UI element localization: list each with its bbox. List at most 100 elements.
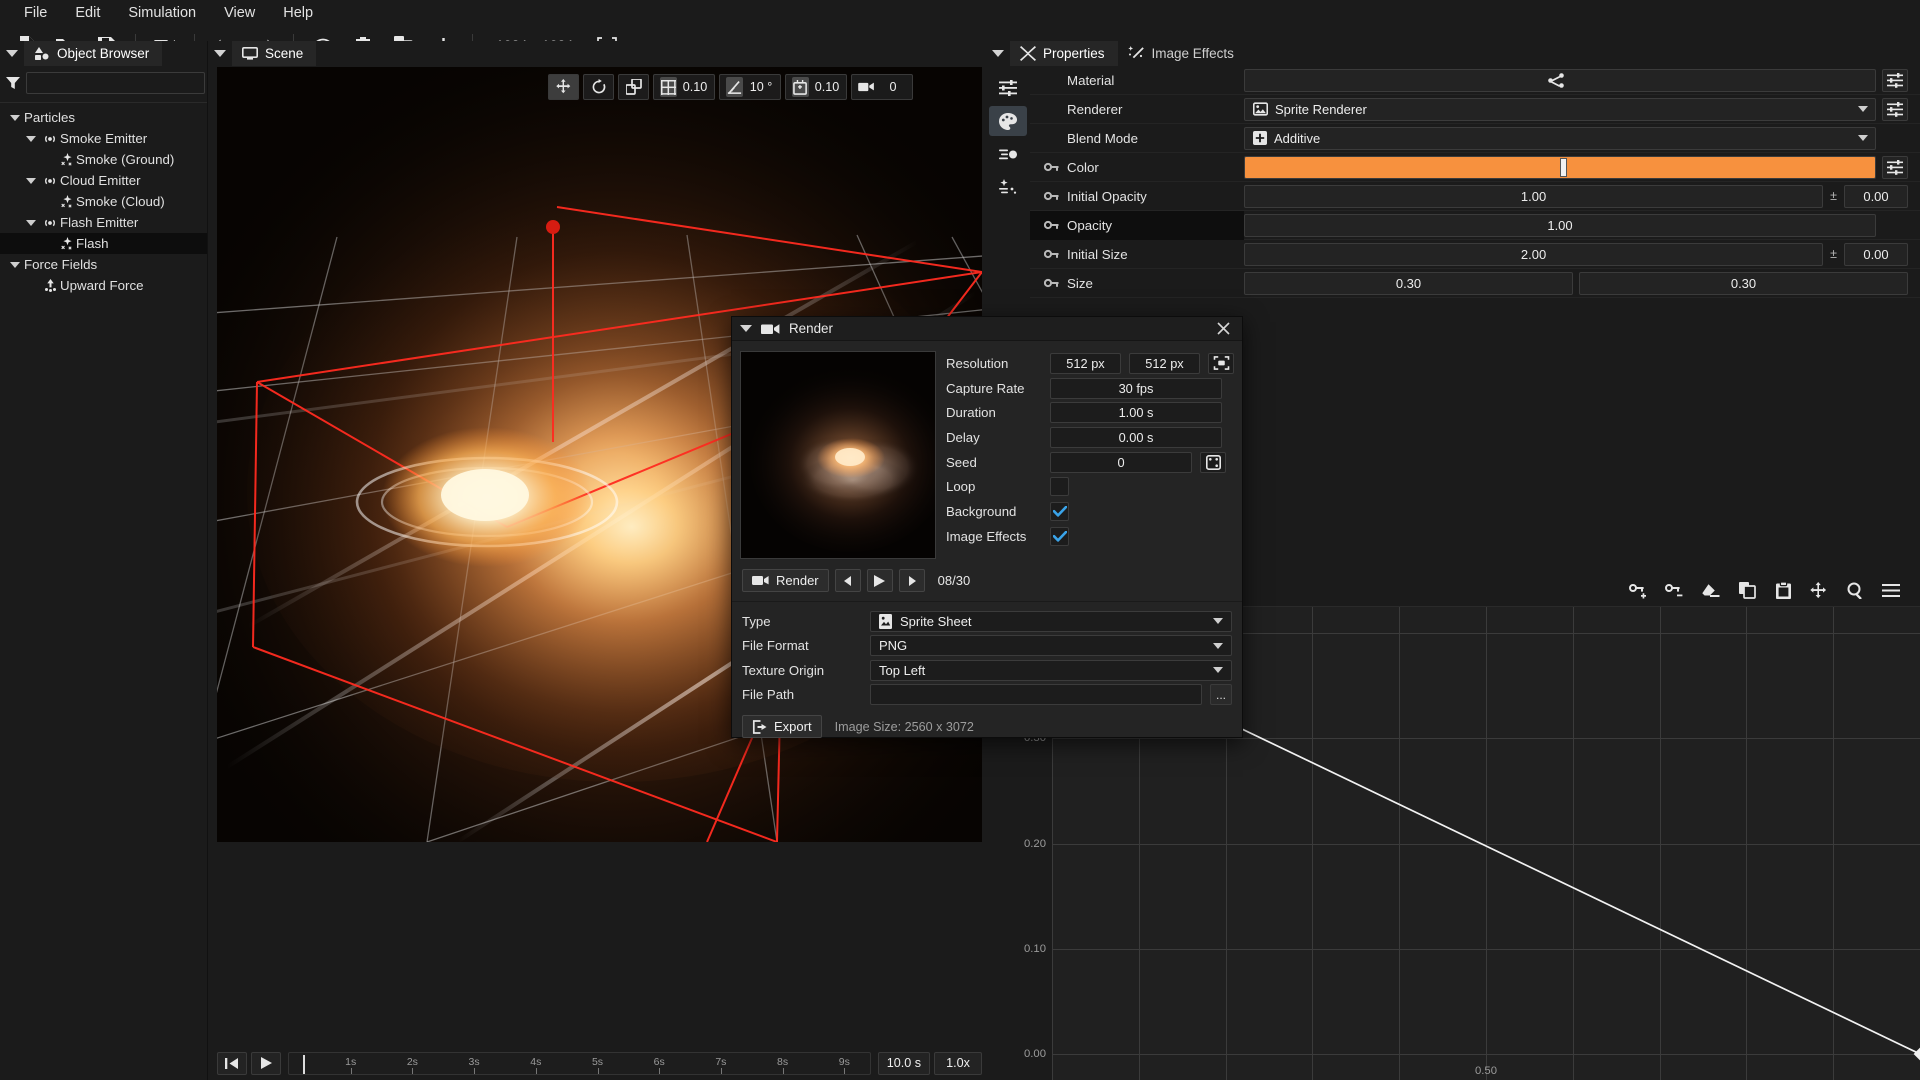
rotate-tool[interactable] [583, 74, 614, 100]
key-icon[interactable] [1044, 249, 1060, 260]
move-tool[interactable] [548, 74, 579, 100]
collapse-caret[interactable] [740, 325, 752, 332]
tree-item-smoke-emitter[interactable]: Smoke Emitter [0, 128, 207, 149]
export-row-field[interactable]: Top Left [870, 660, 1232, 681]
export-row: Type Sprite Sheet [742, 609, 1232, 634]
menu-file[interactable]: File [10, 2, 61, 24]
tree-item-flash-emitter[interactable]: Flash Emitter [0, 212, 207, 233]
expand-caret-icon[interactable] [22, 220, 40, 226]
tree-item-smoke-ground[interactable]: Smoke (Ground) [0, 149, 207, 170]
tab-image-effects[interactable]: Image Effects [1118, 41, 1247, 66]
sliders-small-icon[interactable] [1882, 98, 1908, 121]
play-icon[interactable] [251, 1052, 281, 1075]
close-icon[interactable] [1213, 322, 1234, 335]
seed-field[interactable]: 0 [1050, 452, 1192, 473]
tab-object-browser[interactable]: Object Browser [24, 41, 162, 66]
menu-view[interactable]: View [210, 2, 269, 24]
variance-field[interactable]: 0.00 [1844, 243, 1908, 266]
timeline-speed[interactable]: 1.0x [934, 1052, 982, 1075]
render-checkbox[interactable] [1050, 502, 1069, 521]
resolution-height-field[interactable]: 512 px [1129, 353, 1200, 374]
zoom-icon[interactable] [1840, 578, 1870, 603]
render-checkbox[interactable] [1050, 477, 1069, 496]
export-button[interactable]: Export [742, 715, 822, 738]
dice-icon[interactable] [1200, 452, 1226, 473]
timeline-track[interactable]: 1s2s3s4s5s6s7s8s9s [288, 1052, 871, 1075]
angle-snap[interactable]: 10 ° [719, 74, 781, 100]
export-row: Texture OriginTop Left [742, 658, 1232, 683]
material-button[interactable] [1244, 69, 1876, 92]
tab-properties[interactable]: Properties [1010, 41, 1118, 66]
tree-item-upward-force[interactable]: Upward Force [0, 275, 207, 296]
menu-edit[interactable]: Edit [61, 2, 114, 24]
number-field[interactable]: 1.00 [1244, 185, 1823, 208]
eraser-icon[interactable] [1696, 578, 1726, 603]
color-swatch[interactable] [1244, 156, 1876, 179]
grid-snap[interactable]: 0.10 [653, 74, 715, 100]
menu-help[interactable]: Help [269, 2, 327, 24]
search-input[interactable] [26, 72, 205, 94]
lock-aspect-icon[interactable] [1208, 353, 1234, 374]
timeline-duration[interactable]: 10.0 s [878, 1052, 930, 1075]
tree-item-force-fields[interactable]: Force Fields [0, 254, 207, 275]
palette-icon[interactable] [989, 106, 1027, 136]
export-row-field[interactable] [870, 684, 1202, 705]
expand-caret-icon[interactable] [22, 136, 40, 142]
expand-caret-icon[interactable] [6, 115, 24, 121]
variance-field[interactable]: 0.00 [1844, 185, 1908, 208]
export-row-field[interactable]: Sprite Sheet [870, 611, 1232, 632]
color-handle[interactable] [1560, 158, 1567, 177]
number-field-x[interactable]: 0.30 [1244, 272, 1573, 295]
graph-y-tick-label: 0.10 [1024, 943, 1046, 955]
scale-snap[interactable]: 0.10 [785, 74, 847, 100]
number-field[interactable]: 2.00 [1244, 243, 1823, 266]
add-key-icon[interactable] [1624, 578, 1654, 603]
rewind-icon[interactable] [217, 1052, 247, 1075]
key-icon[interactable] [1044, 220, 1060, 231]
expand-caret-icon[interactable] [22, 178, 40, 184]
pan-icon[interactable] [1804, 578, 1834, 603]
key-icon[interactable] [1044, 191, 1060, 202]
motion-icon[interactable] [989, 139, 1027, 169]
tab-scene[interactable]: Scene [232, 41, 316, 66]
prev-frame-icon[interactable] [835, 569, 861, 592]
key-icon[interactable] [1044, 162, 1060, 173]
next-frame-icon[interactable] [899, 569, 925, 592]
menu-simulation[interactable]: Simulation [114, 2, 210, 24]
tree-item-flash[interactable]: Flash [0, 233, 207, 254]
property-dropdown[interactable]: Sprite Renderer [1244, 98, 1876, 121]
render-checkbox[interactable] [1050, 527, 1069, 546]
key-icon[interactable] [1044, 278, 1060, 289]
timeline-playhead[interactable] [303, 1055, 305, 1074]
resolution-width-field[interactable]: 512 px [1050, 353, 1121, 374]
camera-setting[interactable]: 0 [851, 74, 913, 100]
property-dropdown[interactable]: Additive [1244, 127, 1876, 150]
play-icon[interactable] [867, 569, 893, 592]
expand-caret-icon[interactable] [6, 262, 24, 268]
render-dialog-main: Resolution512 px512 pxCapture Rate30 fps… [732, 341, 1242, 563]
sliders-small-icon[interactable] [1882, 156, 1908, 179]
export-row-label: Type [742, 614, 862, 629]
render-button[interactable]: Render [742, 569, 829, 592]
tree-item-smoke-cloud[interactable]: Smoke (Cloud) [0, 191, 207, 212]
tree-item-cloud-emitter[interactable]: Cloud Emitter [0, 170, 207, 191]
remove-key-icon[interactable] [1660, 578, 1690, 603]
export-row-field[interactable]: PNG [870, 635, 1232, 656]
render-value-field[interactable]: 0.00 s [1050, 427, 1222, 448]
properties-menu-caret[interactable] [986, 41, 1010, 66]
emission-icon[interactable] [989, 172, 1027, 202]
number-field-y[interactable]: 0.30 [1579, 272, 1908, 295]
render-value-field[interactable]: 30 fps [1050, 378, 1222, 399]
menu-icon[interactable] [1876, 578, 1906, 603]
scale-tool[interactable] [618, 74, 649, 100]
render-value-field[interactable]: 1.00 s [1050, 402, 1222, 423]
number-field[interactable]: 1.00 [1244, 214, 1876, 237]
sliders-small-icon[interactable] [1882, 69, 1908, 92]
browse-button[interactable]: ... [1210, 684, 1232, 705]
copy-icon[interactable] [1732, 578, 1762, 603]
panel-menu-caret[interactable] [0, 41, 24, 66]
tree-item-particles[interactable]: Particles [0, 107, 207, 128]
scene-menu-caret[interactable] [208, 41, 232, 66]
paste-icon[interactable] [1768, 578, 1798, 603]
sliders-icon[interactable] [989, 73, 1027, 103]
